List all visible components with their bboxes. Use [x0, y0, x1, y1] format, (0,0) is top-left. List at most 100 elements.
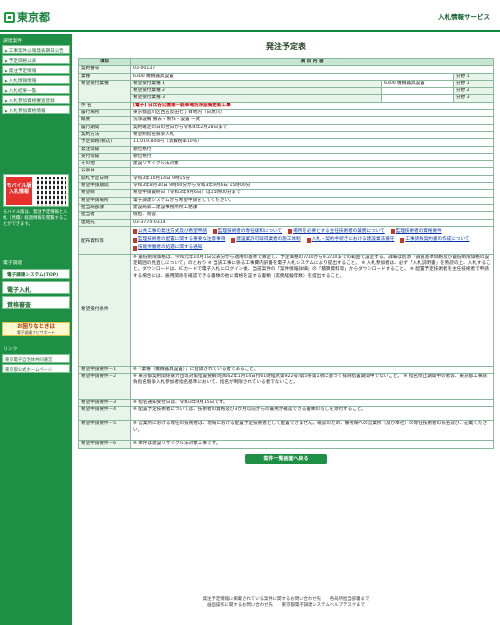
haifu-cell: 公共工事の発注方式及び希望申請 監理技術者の専任緩和について 場所を必要とする主…: [130, 225, 494, 255]
row-label: 希望締: [78, 189, 131, 198]
sidebar-section-procurement: 調達案件: [3, 39, 23, 44]
download-link[interactable]: 監理技術者の配置に関する重要な注意事項: [133, 237, 225, 243]
footer-line: 画面操作に関するお問い合わせ先 東京都電子調達システムヘルプデスクまで: [207, 603, 365, 608]
kibou-field: 分野 1: [452, 79, 495, 89]
kibou-item-label: 希望受付業種 1: [130, 79, 382, 89]
row-label: 契約方法: [78, 130, 131, 140]
row-label: 公表日: [78, 167, 131, 176]
row-value: 令和3年10月14日 9時15分: [130, 174, 494, 184]
sidebar-item-nyusatsu-info[interactable]: 入札情報情報: [2, 75, 70, 84]
row-value: [電子] 日比谷公園第一駐車場洗浄設備更新工事: [130, 101, 494, 111]
sidebar-item-hatchu-yotei[interactable]: 発注予定情報: [2, 65, 70, 74]
tokyo-emblem-icon: [4, 11, 15, 23]
footer: 発注予定情報に掲載されている案件に関するお問い合わせ先 各局所担当部署まで 画面…: [78, 597, 494, 609]
head-item: 項目: [78, 57, 131, 67]
e-procurement-section: 電子調達 電子調達システム(TOP) 電子入札 資格審査: [0, 256, 72, 311]
row-label: 開札予定日時: [78, 174, 131, 184]
row-label: 契約番号: [78, 65, 131, 74]
links-section: リンク 東京電子自治体共同運営 東京都公式ホームページ: [0, 342, 72, 374]
download-link[interactable]: 工事請負契約書の作成について: [400, 237, 469, 243]
kibou-item-label: 希望受付業種 3: [130, 94, 382, 103]
req-text: ※ 指名通知受付日は、令和3年9月15日です。: [130, 398, 494, 408]
row-label: 概要: [78, 116, 131, 125]
shikaku-text: ※ 最低制限価格は、今和元年10月1日公表分から適用の基準で算定し、予定価格の7…: [130, 253, 494, 367]
tokyo-logo[interactable]: 東京都: [4, 9, 50, 25]
row-value: 建設局第二建設事務所所工務課: [130, 203, 494, 213]
download-link[interactable]: 入札・契約手続きにおける建設業法遵守: [307, 237, 395, 243]
sidebar-item-shikaku-info[interactable]: 入札参加資格情報: [2, 105, 70, 114]
row-value: 償担、南雲: [130, 211, 494, 220]
sidebar-item-nyusatsu-kekka[interactable]: 入札結果一覧: [2, 85, 70, 94]
back-to-list-button[interactable]: 案件一覧画面へ戻る: [245, 453, 327, 464]
sidebar-item-koji-koho[interactable]: 工事案件公報発表期日公告: [2, 45, 70, 54]
link-e-government[interactable]: 東京電子自治体共同運営: [2, 354, 70, 363]
detail-table: 項目項 目 内 容 契約番号 03-00137 業種 6300 機械器具設置 分野 1…: [78, 57, 495, 449]
e-bidding-button[interactable]: 電子入札: [2, 281, 70, 294]
haifu-label: 配布資料等: [78, 225, 131, 255]
row-label: 担当者: [78, 211, 131, 220]
req-text: ※ 本件は建設リサイクル法対象工事です。: [130, 440, 494, 449]
mobile-sub: 入札情報: [8, 189, 29, 195]
mobile-box[interactable]: モバイル版 入札情報: [3, 174, 69, 207]
page-title: 発注予定表: [266, 42, 306, 51]
qualification-button[interactable]: 資格審査: [2, 296, 70, 309]
sidebar-section-links: リンク: [3, 347, 18, 352]
download-links: 公共工事の発注方式及び希望申請 監理技術者の専任緩和について 場所を必要とする主…: [133, 227, 491, 253]
req-label: 希望申請要件－4: [78, 406, 131, 422]
row-label: 件 名: [78, 101, 131, 111]
download-link[interactable]: 場所を必要とする主任技術者の兼務について: [288, 229, 385, 235]
row-label: 業種: [78, 72, 131, 81]
kibou-item-value: [380, 94, 454, 103]
req-text: ※ 配置予定技術者については、技術者の資格及び3か月以前からの雇用が確認できる書…: [130, 406, 494, 422]
row-value: 洗浄設備 撤去・製作・設置 一式: [130, 116, 494, 125]
req-label: 希望申請要件－5: [78, 420, 131, 442]
row-label: 発注等級: [78, 145, 131, 154]
sidebar-item-yotei-kakaku[interactable]: 予定価格公表: [2, 55, 70, 64]
req-label: 希望申請要件－2: [78, 373, 131, 401]
row-value: 電子調達システムから希望申請をしてください。: [130, 196, 494, 205]
logo-text: 東京都: [17, 11, 50, 24]
req-text: ※「業種（機械器具設置）」に登録されている者であること。: [130, 365, 494, 375]
mobile-note: モバイル版は、発注予定情報と入札（見積）経過情報を閲覧することができます。: [3, 210, 68, 227]
mobile-button[interactable]: モバイル版 入札情報: [6, 177, 32, 205]
row-label: 履行期間: [78, 123, 131, 132]
help-sub: 電子調達ナビサポート: [17, 330, 55, 335]
req-label: 希望申請要件－6: [78, 440, 131, 449]
link-tokyo-official[interactable]: 東京都公式ホームページ: [2, 364, 70, 373]
row-label: 受付等級: [78, 152, 131, 162]
row-value: 03-00137: [130, 65, 494, 74]
kibou-item-value: [380, 87, 454, 96]
row-value: 希望制指名競争入札: [130, 130, 494, 140]
download-link[interactable]: 技能労働者の処遇に関する通知: [133, 245, 202, 251]
sidebar-section-e-procurement: 電子調達: [3, 261, 23, 266]
kibou-item-label: 希望受付業種 2: [130, 87, 382, 96]
sidebar: 調達案件 工事案件公報発表期日公告 予定価格公表 発注予定情報 入札情報情報 入…: [0, 34, 72, 625]
req-text: ※ 営業所における専任の技術者は、現場における配置予定技術者として配置できません…: [130, 420, 494, 442]
sidebar-menu: 工事案件公報発表期日公告 予定価格公表 発注予定情報 入札情報情報 入札結果一覧…: [2, 45, 70, 114]
row-label: 履行場所: [78, 109, 131, 118]
shikaku-label: 希望受付条件: [78, 253, 131, 367]
head-content: 項 目 内 容: [130, 57, 494, 67]
row-value: 建設リサイクル法対象: [130, 160, 494, 169]
row-value: 順位格付: [130, 152, 494, 162]
row-value: 令和3年8月30日 9時00分から令和3年9月6日 15時00分: [130, 182, 494, 191]
download-link[interactable]: 監理技術者の資格要件: [391, 229, 442, 235]
row-value: 順位格付: [130, 145, 494, 154]
help-banner[interactable]: お困りなときは 電子調達ナビサポート: [2, 322, 70, 336]
sidebar-item-shikaku-shinsa[interactable]: 入札参加資格審査登録: [2, 95, 70, 104]
download-link[interactable]: 監理技術者の専任緩和について: [213, 229, 282, 235]
req-text: ※ 東京都契約関係暴力団等対策措置要綱(昭和62年1月14日付61財経庶第922…: [130, 373, 494, 401]
qr-code-icon: [37, 177, 66, 206]
main-content: 発注予定表 項目項 目 内 容 契約番号 03-00137 業種 6300 機械器具…: [78, 34, 495, 464]
row-value: 希望申請最終日（令和3年9月6日）は15時00分まで: [130, 189, 494, 198]
download-link[interactable]: 公共工事の発注方式及び希望申請: [133, 229, 207, 235]
download-link[interactable]: 建設業許可取得業者の施工体制: [231, 237, 300, 243]
row-value: 東京都品川区西五反田七丁目地内（日黒川）: [130, 109, 494, 118]
field-label: 分野 1: [452, 72, 495, 81]
header-bar: 東京都 入札情報サービス: [0, 0, 500, 32]
kibou-field: 分野 3: [452, 94, 495, 103]
row-label: 予定価格(税込): [78, 138, 131, 147]
kibou-field: 分野 2: [452, 87, 495, 96]
e-procurement-top-button[interactable]: 電子調達システム(TOP): [2, 269, 70, 279]
row-value: 11,019,800円（消費税率10%）: [130, 138, 494, 147]
